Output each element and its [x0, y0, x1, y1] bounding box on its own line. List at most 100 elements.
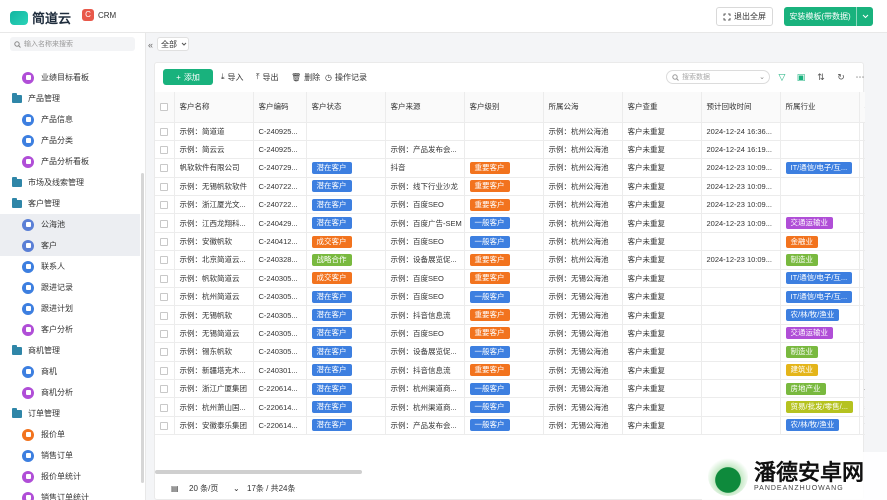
export-button[interactable]: ⤒ 导出	[256, 70, 279, 84]
sidebar-item[interactable]: 公海池	[0, 214, 140, 235]
sidebar-item[interactable]: 产品分析看板	[0, 151, 140, 172]
table-row[interactable]: 示例：江西龙翔科... C-240429... 潜在客户 示例：百度广告-SEM 一般客…	[155, 213, 865, 233]
column-header[interactable]: 客户编码	[253, 92, 307, 123]
table-row[interactable]: 示例：浙江厦光文... C-240722... 潜在客户 示例：百度SEO 重要客户 示例…	[155, 195, 865, 215]
column-header[interactable]: 客	[859, 92, 865, 123]
collapse-sidebar-icon[interactable]: «	[148, 40, 153, 50]
exit-fullscreen-button[interactable]: 退出全屏	[716, 7, 773, 26]
status-tag: 一般客户	[469, 235, 510, 248]
table-cell: C-220614...	[253, 379, 307, 399]
table-row[interactable]: 示例：无锡帆软软件 C-240722... 潜在客户 示例：线下行业沙龙 重要客户 示例：…	[155, 177, 865, 197]
sidebar-item[interactable]: 客户	[0, 235, 140, 256]
column-header[interactable]: 预计回收时间	[701, 92, 781, 123]
row-checkbox[interactable]	[155, 305, 175, 325]
row-checkbox[interactable]	[155, 195, 175, 215]
more-icon[interactable]: ⋯	[853, 70, 867, 84]
table-search-input[interactable]: 搜索数据 ⌄	[666, 70, 770, 84]
table-row[interactable]: 示例：杭州萧山国... C-220614... 潜在客户 示例：杭州渠道商... 一般客…	[155, 397, 865, 417]
sidebar-group[interactable]: 客户管理	[0, 193, 140, 214]
table-row[interactable]: 示例：新疆塔克木... C-240301... 潜在客户 示例：抖音信息流 重要客户 示例…	[155, 361, 865, 380]
brand-logo[interactable]: 简道云	[10, 8, 71, 27]
sidebar-item[interactable]: 报价单	[0, 424, 140, 445]
sidebar-item[interactable]: 跟进记录	[0, 277, 140, 298]
sidebar-item[interactable]: 跟进计划	[0, 298, 140, 319]
sidebar-group[interactable]: 市场及线索管理	[0, 172, 140, 193]
status-tag: 重要客户	[469, 309, 510, 322]
row-checkbox[interactable]	[155, 140, 175, 160]
sidebar-item[interactable]: 销售订单统计	[0, 487, 140, 500]
sidebar-item[interactable]: 销售订单	[0, 445, 140, 466]
row-checkbox[interactable]	[155, 397, 175, 417]
sidebar-search-input[interactable]: 输入名称来搜索	[10, 37, 135, 51]
row-checkbox[interactable]	[155, 379, 175, 399]
sidebar-item[interactable]: 产品信息	[0, 109, 140, 130]
sidebar-item[interactable]: 客户分析	[0, 319, 140, 340]
column-header[interactable]: 客户来源	[385, 92, 465, 123]
row-checkbox[interactable]	[155, 342, 175, 362]
row-checkbox[interactable]	[155, 250, 175, 270]
sort-icon[interactable]: ⇅	[814, 70, 828, 84]
column-header[interactable]: 所属行业	[780, 92, 860, 123]
install-template-button[interactable]: 安装模板(带数据)	[784, 7, 873, 26]
sidebar-group[interactable]: 商机管理	[0, 340, 140, 361]
row-checkbox[interactable]	[155, 361, 175, 380]
refresh-icon[interactable]: ↻	[834, 70, 848, 84]
filter-icon[interactable]: ▽	[775, 70, 789, 84]
table-row[interactable]: 示例：简云云 C-240925... 示例：产品发布会... 示例：杭州公海池 客户未重…	[155, 140, 865, 160]
table-cell: 2024-12-24 16:36...	[701, 122, 781, 141]
sidebar-item[interactable]: 报价单统计	[0, 466, 140, 487]
table-row[interactable]: 示例：帆软简道云 C-240305... 成交客户 示例：百度SEO 重要客户 示例：无锡…	[155, 269, 865, 289]
install-template-label[interactable]: 安装模板(带数据)	[784, 7, 857, 26]
sidebar-group[interactable]: 产品管理	[0, 88, 140, 109]
chevron-down-icon[interactable]: ⌄	[233, 484, 240, 493]
row-checkbox[interactable]	[155, 213, 175, 233]
page-size-select[interactable]: 20 条/页	[189, 483, 218, 494]
table-row[interactable]: 示例：浙江广厦集团 C-220614... 潜在客户 示例：杭州渠道商... 一般客户 示…	[155, 379, 865, 399]
table-row[interactable]: 示例：安徽帆软 C-240412... 成交客户 示例：百度SEO 一般客户 示例：杭州公…	[155, 232, 865, 252]
row-checkbox[interactable]	[155, 287, 175, 307]
view-icon[interactable]: ▣	[794, 70, 808, 84]
sidebar-item-label: 业绩目标看板	[41, 73, 89, 82]
row-checkbox[interactable]	[155, 416, 175, 436]
import-button[interactable]: ⤓ 导入	[221, 70, 244, 84]
sidebar-item[interactable]: 商机分析	[0, 382, 140, 403]
table-row[interactable]: 示例：无锡简道云 C-240305... 潜在客户 示例：百度SEO 重要客户 示例：无锡…	[155, 324, 865, 344]
sidebar-scrollbar[interactable]	[141, 173, 144, 483]
table-cell: 示例：百度SEO	[385, 324, 465, 344]
chevron-down-icon[interactable]: ⌄	[759, 73, 765, 81]
select-all-checkbox[interactable]	[155, 92, 175, 123]
column-header[interactable]: 所属公海	[543, 92, 623, 123]
column-header[interactable]: 客户查重	[622, 92, 702, 123]
sidebar-group[interactable]: 订单管理	[0, 403, 140, 424]
sidebar-item[interactable]: 业绩目标看板	[0, 67, 140, 88]
table-row[interactable]: 示例：杭州简道云 C-240305... 潜在客户 示例：百度SEO 一般客户 示例：无锡…	[155, 287, 865, 307]
row-checkbox[interactable]	[155, 158, 175, 178]
sidebar-item[interactable]: 联系人	[0, 256, 140, 277]
column-header[interactable]: 客户名称	[174, 92, 254, 123]
column-header[interactable]: 客户级别	[464, 92, 544, 123]
row-checkbox[interactable]	[155, 177, 175, 197]
chevron-down-icon[interactable]	[857, 7, 873, 26]
table-cell: 示例：无锡公海池	[543, 361, 623, 380]
table-row[interactable]: 示例：锡东帆软 C-240305... 潜在客户 示例：设备展览促... 一般客户 示例：…	[155, 342, 865, 362]
table-cell: C-240722...	[253, 195, 307, 215]
operation-log-button[interactable]: ◷ 操作记录	[325, 70, 367, 84]
app-switcher[interactable]: C CRM	[82, 9, 116, 21]
row-checkbox[interactable]	[155, 269, 175, 289]
view-select[interactable]: 全部	[157, 37, 189, 51]
sidebar-item[interactable]: 产品分类	[0, 130, 140, 151]
table-cell: 重要客户	[464, 269, 544, 289]
row-checkbox[interactable]	[155, 324, 175, 344]
row-checkbox[interactable]	[155, 232, 175, 252]
table-row[interactable]: 帆软软件有限公司 C-240729... 潜在客户 抖音 重要客户 示例：杭州公海池 客户未…	[155, 158, 865, 178]
table-row[interactable]: 示例：安徽泰乐集团 C-220614... 潜在客户 示例：产品发布会... 一般客户 示…	[155, 416, 865, 436]
row-checkbox[interactable]	[155, 122, 175, 141]
delete-button[interactable]: 🗑 删除	[291, 70, 320, 84]
column-header[interactable]: 客户状态	[306, 92, 386, 123]
table-row[interactable]: 示例：无锡帆软 C-240305... 潜在客户 示例：抖音信息流 重要客户 示例：无锡公…	[155, 305, 865, 325]
add-button[interactable]: + 添加	[163, 69, 213, 85]
sidebar-item[interactable]: 商机	[0, 361, 140, 382]
table-row[interactable]: 示例：简道道 C-240925... 示例：杭州公海池 客户未重复 2024-12-24…	[155, 122, 865, 141]
table-horizontal-scrollbar[interactable]	[155, 470, 362, 474]
table-row[interactable]: 示例：北京简道云... C-240328... 战略合作 示例：设备展览促... 重要客…	[155, 250, 865, 270]
